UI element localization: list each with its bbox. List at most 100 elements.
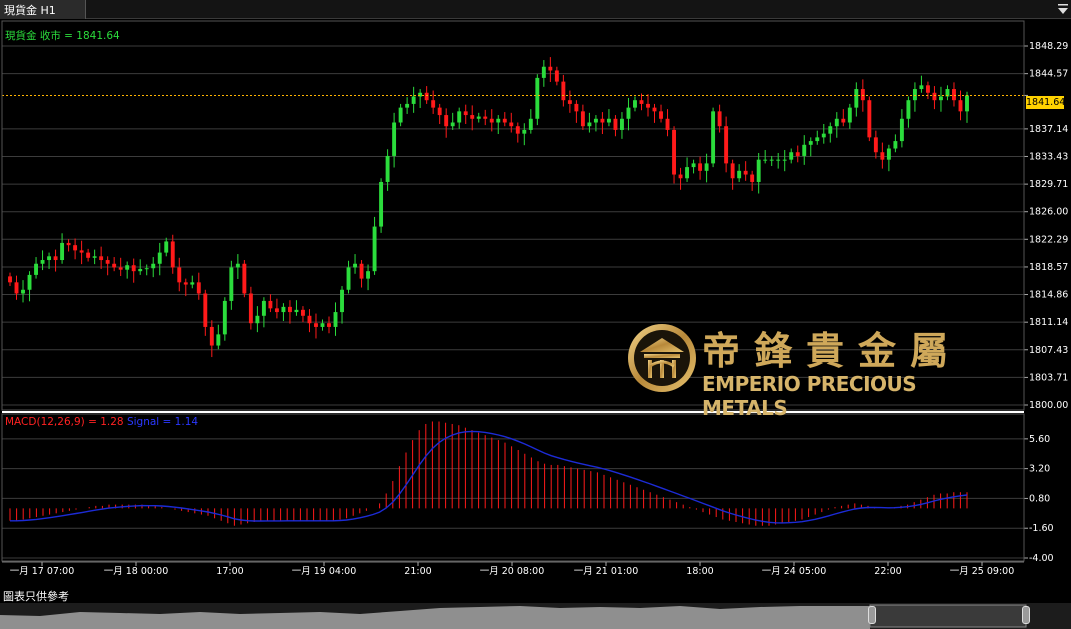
candle-body bbox=[704, 163, 709, 171]
price-tick-label: 1833.43 bbox=[1029, 151, 1068, 162]
time-tick-label: 21:00 bbox=[404, 566, 431, 577]
candle-body bbox=[125, 265, 130, 270]
tab-bar: 現貨金 H1 bbox=[0, 0, 1071, 19]
candle-body bbox=[112, 263, 117, 268]
candle-body bbox=[528, 118, 533, 130]
candle-body bbox=[327, 323, 331, 327]
candle-body bbox=[633, 100, 637, 108]
candle-body bbox=[847, 107, 852, 123]
macd-tick-label: -1.60 bbox=[1029, 523, 1054, 534]
candle-body bbox=[372, 226, 377, 272]
candle-body bbox=[261, 300, 266, 316]
candle-body bbox=[190, 282, 195, 285]
candle-body bbox=[405, 103, 410, 108]
candle-body bbox=[880, 152, 885, 160]
tab-menu-icon[interactable] bbox=[1057, 2, 1069, 16]
candle-body bbox=[79, 250, 84, 253]
price-tick-label: 1803.71 bbox=[1029, 372, 1068, 383]
candle-body bbox=[203, 293, 208, 327]
candle-body bbox=[502, 118, 507, 123]
candle-body bbox=[548, 66, 553, 71]
candle-body bbox=[893, 141, 898, 149]
macd-histogram bbox=[9, 421, 968, 526]
candle-body bbox=[939, 96, 943, 101]
candle-body bbox=[828, 126, 833, 134]
time-tick-label: 一月 21 01:00 bbox=[574, 566, 639, 577]
macd-legend-value: MACD(12,26,9) = 1.28 bbox=[5, 416, 124, 428]
price-tick-label: 1829.71 bbox=[1029, 179, 1068, 190]
candle-body bbox=[398, 107, 403, 123]
macd-tick-label: 0.80 bbox=[1029, 493, 1050, 504]
navigator-window[interactable] bbox=[869, 604, 1027, 628]
navigator-right-handle[interactable] bbox=[1022, 606, 1030, 624]
candle-body bbox=[40, 260, 45, 264]
chart-tab[interactable]: 現貨金 H1 bbox=[0, 0, 86, 19]
candle-body bbox=[776, 159, 781, 161]
candle-body bbox=[854, 89, 859, 108]
price-legend: 現貨金 收市 = 1841.64 bbox=[5, 30, 120, 42]
price-tick-label: 1800.00 bbox=[1029, 400, 1068, 411]
candle-body bbox=[411, 96, 416, 104]
candle-body bbox=[795, 152, 800, 156]
macd-grid bbox=[2, 438, 1024, 559]
candle-body bbox=[932, 92, 937, 101]
candle-body bbox=[170, 241, 175, 268]
candle-body bbox=[626, 107, 631, 119]
time-tick-label: 一月 24 05:00 bbox=[762, 566, 827, 577]
candle-body bbox=[808, 141, 813, 145]
candle-body bbox=[899, 118, 904, 142]
candle-body bbox=[60, 242, 65, 261]
candle-body bbox=[600, 118, 605, 123]
logo-emblem-icon bbox=[628, 324, 696, 392]
navigator-left-handle[interactable] bbox=[868, 606, 876, 624]
candle-body bbox=[769, 159, 774, 161]
price-tick-label: 1818.57 bbox=[1029, 262, 1068, 273]
candle-body bbox=[593, 118, 598, 123]
current-price-tag: 1841.64 bbox=[1026, 96, 1066, 109]
candle-body bbox=[561, 81, 566, 101]
candle-body bbox=[672, 129, 676, 175]
candle-body bbox=[580, 111, 585, 127]
signal-legend-value: Signal = 1.14 bbox=[126, 416, 199, 428]
candle-body bbox=[105, 260, 110, 264]
candle-body bbox=[496, 118, 501, 123]
candle-body bbox=[431, 100, 436, 108]
candle-body bbox=[515, 126, 520, 134]
candle-body bbox=[144, 268, 149, 270]
candle-body bbox=[711, 111, 716, 164]
candle-body bbox=[489, 118, 494, 123]
candle-body bbox=[906, 100, 911, 119]
candle-body bbox=[450, 122, 455, 127]
chart-canvas[interactable]: 1848.29 1844.57 1837.14 1833.43 1829.71 1826.… bbox=[0, 0, 1071, 629]
candle-body bbox=[965, 95, 969, 112]
candle-body bbox=[646, 103, 650, 108]
candle-body bbox=[841, 118, 846, 123]
candle-body bbox=[274, 308, 279, 313]
time-axis: 一月 17 07:00 一月 18 00:00 17:00 一月 19 04:00 21… bbox=[2, 561, 1024, 577]
candle-body bbox=[724, 126, 729, 164]
time-tick-label: 22:00 bbox=[874, 566, 901, 577]
candle-body bbox=[483, 116, 488, 119]
price-tick-label: 1811.14 bbox=[1029, 317, 1068, 328]
candle-body bbox=[27, 274, 32, 290]
candle-body bbox=[567, 100, 572, 104]
price-tick-label: 1814.86 bbox=[1029, 290, 1068, 301]
time-tick-label: 18:00 bbox=[686, 566, 713, 577]
candle-body bbox=[424, 92, 429, 101]
candle-body bbox=[952, 89, 956, 101]
candle-body bbox=[320, 323, 325, 327]
candle-body bbox=[743, 170, 748, 175]
candle-body bbox=[183, 282, 188, 285]
candle-body bbox=[815, 137, 820, 142]
candle-body bbox=[281, 306, 286, 313]
candle-body bbox=[919, 85, 924, 90]
candle-body bbox=[47, 256, 52, 261]
company-logo: 帝鋒貴金屬 EMPERIO PRECIOUS METALS bbox=[626, 322, 996, 420]
candle-body bbox=[138, 268, 143, 272]
candle-body bbox=[86, 252, 91, 258]
candle-body bbox=[21, 289, 25, 294]
candle-body bbox=[535, 77, 540, 119]
candle-body bbox=[737, 170, 742, 179]
macd-tick-label: -4.00 bbox=[1029, 553, 1054, 564]
candle-body bbox=[620, 118, 624, 130]
